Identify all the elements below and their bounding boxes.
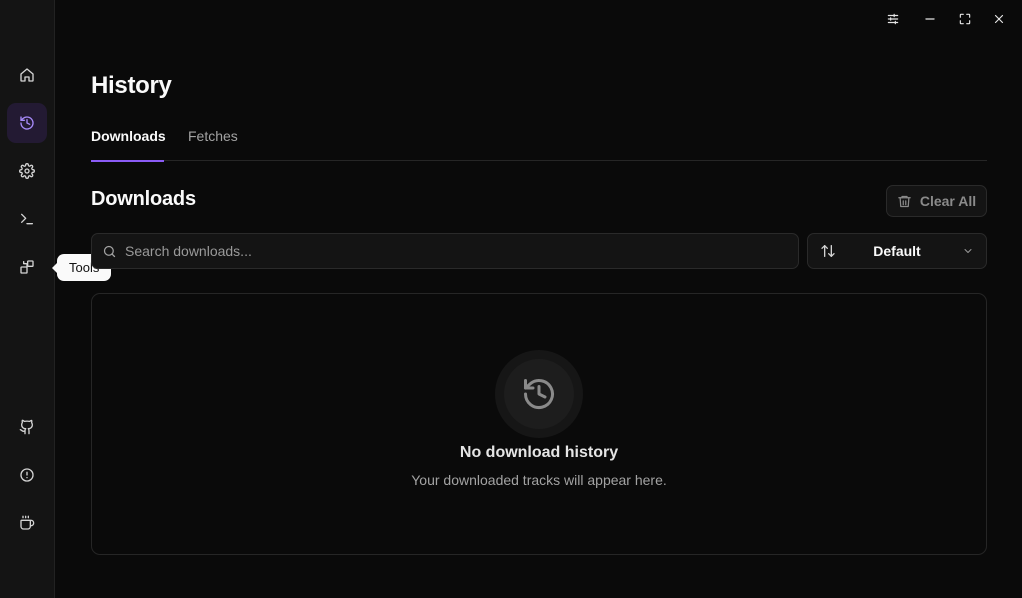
empty-state-subtitle: Your downloaded tracks will appear here.: [411, 472, 667, 488]
tools-icon: [20, 260, 34, 274]
clear-all-label: Clear All: [919, 193, 977, 209]
history-icon: [20, 116, 34, 130]
sidebar-item-tools[interactable]: [7, 247, 47, 287]
trash-icon: [898, 195, 911, 207]
sidebar-item-home[interactable]: [7, 55, 47, 95]
sort-dropdown[interactable]: Default: [807, 233, 987, 269]
maximize-icon: [959, 13, 971, 25]
github-icon: [19, 419, 34, 435]
section-title: Downloads: [91, 188, 196, 210]
sidebar: [0, 0, 55, 598]
empty-state-panel: No download history Your downloaded trac…: [91, 293, 987, 555]
empty-state-icon-circle: [504, 359, 574, 429]
clear-all-button[interactable]: Clear All: [886, 185, 987, 217]
window-close-button[interactable]: [988, 8, 1010, 30]
empty-state-title: No download history: [459, 444, 619, 461]
search-box: [91, 233, 799, 269]
search-icon: [103, 245, 116, 257]
info-icon: [20, 468, 34, 482]
tab-downloads[interactable]: Downloads: [91, 128, 166, 162]
close-icon: [994, 14, 1004, 24]
sidebar-item-github[interactable]: [7, 407, 47, 447]
window-settings-button[interactable]: [882, 8, 904, 30]
coffee-icon: [20, 515, 35, 530]
sliders-icon: [887, 13, 899, 25]
sort-selected-value: Default: [873, 243, 921, 259]
sidebar-item-settings[interactable]: [7, 151, 47, 191]
home-icon: [20, 68, 34, 82]
chevron-down-icon: [964, 249, 972, 253]
window-minimize-button[interactable]: [919, 8, 941, 30]
tab-bar: Downloads Fetches: [91, 128, 987, 162]
page-title: History: [91, 72, 172, 99]
sidebar-item-about[interactable]: [7, 455, 47, 495]
sidebar-item-history[interactable]: [7, 103, 47, 143]
search-input[interactable]: [125, 243, 785, 259]
history-icon: [524, 379, 554, 410]
terminal-icon: [21, 213, 33, 225]
app-window: Tools History Downloads Fetches Download…: [0, 0, 1022, 598]
empty-state-icon-wrap: [495, 350, 583, 438]
tab-fetches[interactable]: Fetches: [188, 128, 238, 161]
sidebar-item-support[interactable]: [7, 503, 47, 543]
window-maximize-button[interactable]: [954, 8, 976, 30]
minimize-icon: [925, 18, 935, 20]
gear-icon: [19, 163, 35, 179]
sidebar-item-terminal[interactable]: [7, 199, 47, 239]
